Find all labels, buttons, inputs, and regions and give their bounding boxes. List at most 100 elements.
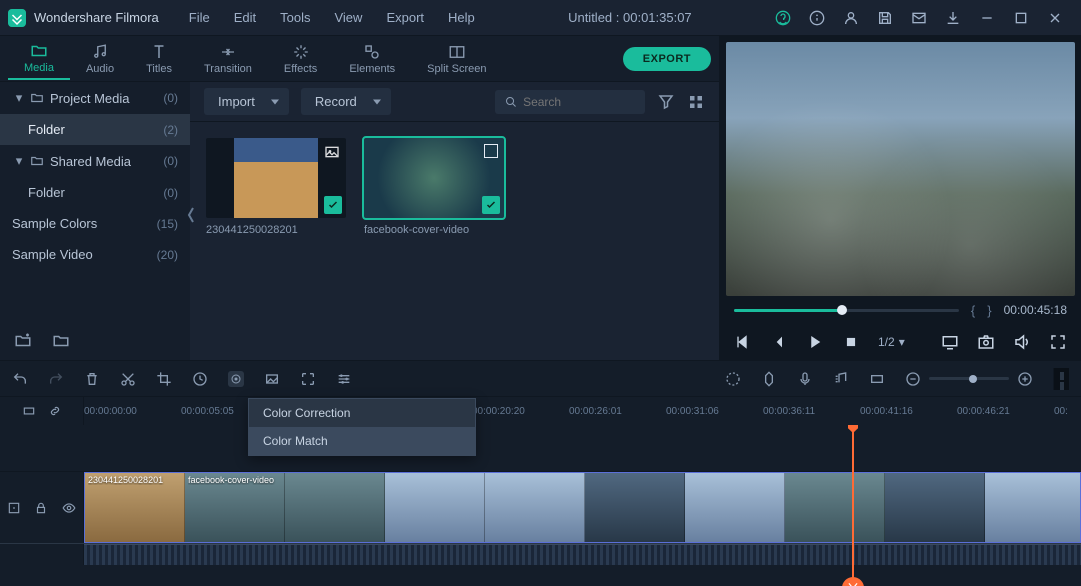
ruler-tick: 00:00:20:20 — [472, 406, 525, 417]
sidebar-item-project-media[interactable]: ▾ Project Media (0) — [0, 82, 190, 114]
collapse-handle-icon[interactable] — [186, 202, 196, 228]
play-icon[interactable] — [806, 333, 824, 351]
undo-icon[interactable] — [12, 371, 28, 387]
split-at-playhead-icon[interactable] — [842, 577, 864, 586]
marker-icon[interactable] — [761, 371, 777, 387]
zoom-slider[interactable] — [929, 377, 1009, 380]
render-icon[interactable] — [725, 371, 741, 387]
sidebar-item-sample-colors[interactable]: Sample Colors (15) — [0, 208, 190, 239]
menu-item-color-match[interactable]: Color Match — [249, 427, 475, 455]
playback-speed[interactable]: 1/2▾ — [878, 335, 905, 349]
timeline-clip[interactable]: 230441250028201 — [85, 473, 185, 542]
timeline-clip[interactable] — [685, 473, 785, 542]
sidebar-item-sample-video[interactable]: Sample Video (20) — [0, 239, 190, 270]
tab-split-screen[interactable]: Split Screen — [411, 39, 502, 79]
tab-titles[interactable]: Titles — [130, 39, 188, 79]
mark-out-button[interactable]: } — [987, 303, 991, 318]
display-icon[interactable] — [941, 333, 959, 351]
prev-frame-icon[interactable] — [734, 334, 750, 350]
zoom-in-icon[interactable] — [1017, 371, 1033, 387]
timeline-clip[interactable] — [285, 473, 385, 542]
menu-view[interactable]: View — [324, 6, 372, 29]
eye-icon[interactable] — [62, 501, 76, 515]
timeline-toolbar — [0, 361, 1081, 397]
folder-open-icon[interactable] — [52, 332, 70, 350]
tab-effects[interactable]: Effects — [268, 39, 333, 79]
timeline-clip[interactable] — [885, 473, 985, 542]
sidebar-item-folder[interactable]: Folder (0) — [0, 177, 190, 208]
redo-icon[interactable] — [48, 371, 64, 387]
search-box[interactable] — [495, 90, 645, 114]
step-back-icon[interactable] — [770, 334, 786, 350]
timeline-clip[interactable] — [585, 473, 685, 542]
sidebar-item-shared-media[interactable]: ▾ Shared Media (0) — [0, 145, 190, 177]
speed-icon[interactable] — [192, 371, 208, 387]
scrub-slider[interactable] — [734, 309, 959, 312]
tab-transition[interactable]: Transition — [188, 39, 268, 79]
save-icon[interactable] — [877, 10, 893, 26]
fit-icon[interactable] — [22, 404, 36, 418]
focus-target-icon — [484, 144, 498, 158]
color-icon[interactable] — [228, 371, 244, 387]
link-icon[interactable] — [48, 404, 62, 418]
clip-strip[interactable]: 230441250028201facebook-cover-video — [84, 472, 1081, 543]
timeline-ruler[interactable]: 00:00:00:0000:00:05:0500:00:20:2000:00:2… — [84, 397, 1081, 425]
adjust-icon[interactable] — [336, 371, 352, 387]
support-icon[interactable] — [775, 10, 791, 26]
aspect-icon[interactable] — [869, 371, 885, 387]
menu-export[interactable]: Export — [376, 6, 434, 29]
tab-label: Effects — [284, 63, 317, 75]
sidebar-item-folder[interactable]: Folder (2) — [0, 114, 190, 145]
voiceover-icon[interactable] — [797, 371, 813, 387]
window-close-icon[interactable] — [1047, 10, 1063, 26]
playhead[interactable] — [852, 425, 854, 586]
info-icon[interactable] — [809, 10, 825, 26]
timeline-clip[interactable] — [485, 473, 585, 542]
record-dropdown[interactable]: Record — [301, 88, 391, 115]
account-icon[interactable] — [843, 10, 859, 26]
grid-view-icon[interactable] — [687, 93, 705, 111]
menu-help[interactable]: Help — [438, 6, 485, 29]
media-item[interactable]: facebook-cover-video — [364, 138, 504, 236]
media-item[interactable]: 230441250028201 — [206, 138, 346, 236]
tab-elements[interactable]: Elements — [333, 39, 411, 79]
ruler-tick: 00: — [1054, 406, 1068, 417]
snapshot-icon[interactable] — [977, 333, 995, 351]
new-folder-icon[interactable] — [14, 332, 32, 350]
search-input[interactable] — [523, 95, 635, 109]
volume-icon[interactable] — [1013, 333, 1031, 351]
delete-icon[interactable] — [84, 371, 100, 387]
menu-item-color-correction[interactable]: Color Correction — [249, 399, 475, 427]
menu-tools[interactable]: Tools — [270, 6, 320, 29]
timeline-clip[interactable] — [385, 473, 485, 542]
green-screen-icon[interactable] — [264, 371, 280, 387]
preview-viewport[interactable] — [726, 42, 1075, 296]
menu-edit[interactable]: Edit — [224, 6, 266, 29]
audio-waveform[interactable] — [84, 544, 1081, 565]
audio-mixer-icon[interactable] — [833, 371, 849, 387]
download-icon[interactable] — [945, 10, 961, 26]
timeline-clip[interactable]: facebook-cover-video — [185, 473, 285, 542]
tab-audio[interactable]: Audio — [70, 39, 130, 79]
filter-icon[interactable] — [657, 93, 675, 111]
sparkle-icon — [292, 43, 310, 61]
import-dropdown[interactable]: Import — [204, 88, 289, 115]
expand-icon[interactable] — [300, 371, 316, 387]
crop-icon[interactable] — [156, 371, 172, 387]
mail-icon[interactable] — [911, 10, 927, 26]
timeline-clip[interactable] — [785, 473, 885, 542]
mark-in-button[interactable]: { — [971, 303, 975, 318]
lock-icon[interactable] — [34, 501, 48, 515]
export-button[interactable]: EXPORT — [623, 47, 711, 71]
timeline-clip[interactable] — [985, 473, 1081, 542]
folder-count: (2) — [163, 123, 178, 137]
fullscreen-icon[interactable] — [1049, 333, 1067, 351]
window-maximize-icon[interactable] — [1013, 10, 1029, 26]
cut-icon[interactable] — [120, 371, 136, 387]
zoom-out-icon[interactable] — [905, 371, 921, 387]
window-minimize-icon[interactable] — [979, 10, 995, 26]
track-settings-icon[interactable] — [7, 501, 21, 515]
stop-icon[interactable] — [844, 335, 858, 349]
menu-file[interactable]: File — [179, 6, 220, 29]
tab-media[interactable]: Media — [8, 38, 70, 80]
